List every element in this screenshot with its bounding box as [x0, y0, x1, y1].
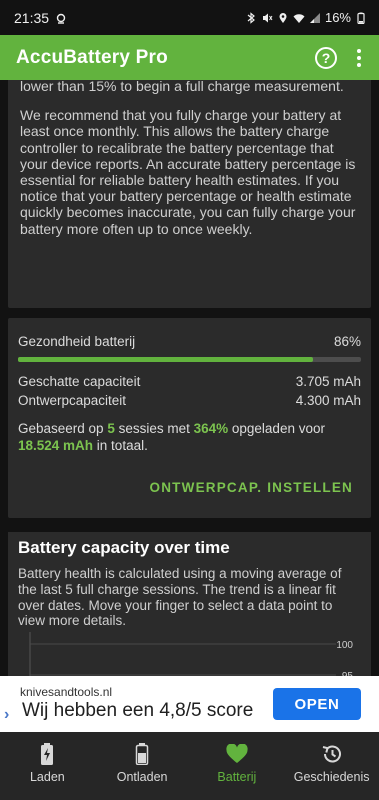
ad-chevron-icon: ›: [4, 706, 10, 723]
set-design-capacity-button[interactable]: ONTWERPCAP. INSTELLEN: [150, 480, 353, 495]
location-icon: [279, 12, 287, 23]
status-bar: 21:35 16%: [0, 0, 379, 35]
status-right: 16%: [245, 10, 367, 25]
summary-text-2: sessies met: [114, 421, 194, 436]
main-content[interactable]: lower than 15% to begin a full charge me…: [0, 80, 379, 676]
session-summary: Gebaseerd op 5 sessies met 364% opgelade…: [18, 420, 361, 454]
app-title: AccuBattery Pro: [16, 46, 168, 68]
wifi-icon: [293, 13, 305, 23]
info-card: lower than 15% to begin a full charge me…: [8, 80, 371, 308]
capacity-section-title: Battery capacity over time: [18, 538, 230, 557]
summary-text-1: Gebaseerd op: [18, 421, 108, 436]
heart-icon: [226, 742, 248, 766]
nav-item-ontladen[interactable]: Ontladen: [95, 732, 190, 800]
nav-label-geschiedenis: Geschiedenis: [293, 770, 370, 784]
capacity-section-description: Battery health is calculated using a mov…: [18, 566, 342, 629]
ad-open-button[interactable]: OPEN: [273, 688, 361, 720]
summary-text-4: in totaal.: [93, 438, 148, 453]
nav-label-ontladen: Ontladen: [116, 770, 168, 784]
chart-y-tick-label: 100: [336, 640, 353, 651]
summary-text-3: opgeladen voor: [228, 421, 325, 436]
more-options-icon[interactable]: [353, 47, 365, 69]
health-progress-bar: [18, 357, 361, 362]
health-value: 86%: [333, 334, 361, 349]
summary-percent: 364%: [193, 421, 229, 436]
battery-icon: [135, 742, 149, 766]
ad-domain: knivesandtools.nl: [20, 685, 113, 699]
design-capacity-value: 4.300 mAh: [295, 393, 361, 408]
capacity-section: Battery capacity over time Battery healt…: [8, 532, 371, 676]
ad-headline: Wij hebben een 4,8/5 score: [22, 700, 254, 721]
health-row: Gezondheid batterij 86%: [18, 334, 361, 349]
health-label: Gezondheid batterij: [18, 334, 136, 349]
signal-icon: [309, 12, 320, 23]
estimated-capacity-value: 3.705 mAh: [295, 374, 361, 389]
summary-mah: 18.524 mAh: [18, 438, 94, 453]
mute-icon: [262, 13, 273, 22]
status-time: 21:35: [14, 9, 50, 26]
bluetooth-icon: [247, 11, 255, 24]
design-capacity-row: Ontwerpcapaciteit 4.300 mAh: [18, 393, 361, 408]
nav-item-geschiedenis[interactable]: Geschiedenis: [284, 732, 379, 800]
battery-status-icon: [357, 12, 365, 24]
nav-item-laden[interactable]: Laden: [0, 732, 95, 800]
app-actions: ?: [315, 46, 379, 69]
estimated-capacity-label: Geschatte capaciteit: [18, 374, 141, 389]
bottom-navigation: Laden Ontladen Batterij Geschiedenis: [0, 732, 379, 800]
estimated-capacity-row: Geschatte capaciteit 3.705 mAh: [18, 374, 361, 389]
info-paragraph: We recommend that you fully charge your …: [20, 107, 356, 237]
battery-charging-icon: [40, 742, 54, 766]
status-left: 21:35: [14, 10, 67, 26]
nav-label-laden: Laden: [29, 770, 65, 784]
app-bar: AccuBattery Pro ?: [0, 35, 379, 80]
help-icon[interactable]: ?: [315, 46, 337, 69]
ad-banner[interactable]: knivesandtools.nl › Wij hebben een 4,8/5…: [0, 676, 379, 732]
summary-sessions: 5: [107, 421, 115, 436]
nav-item-batterij[interactable]: Batterij: [190, 732, 285, 800]
info-partial-text: lower than 15% to begin a full charge me…: [20, 80, 344, 94]
history-icon: [321, 742, 343, 766]
notification-icon: [56, 13, 66, 24]
battery-percent: 16%: [324, 10, 351, 25]
capacity-chart[interactable]: 100959085: [8, 632, 371, 676]
design-capacity-label: Ontwerpcapaciteit: [18, 393, 127, 408]
nav-label-batterij: Batterij: [217, 770, 257, 784]
health-card: Gezondheid batterij 86% Geschatte capaci…: [8, 318, 371, 518]
health-progress-fill: [18, 357, 313, 362]
